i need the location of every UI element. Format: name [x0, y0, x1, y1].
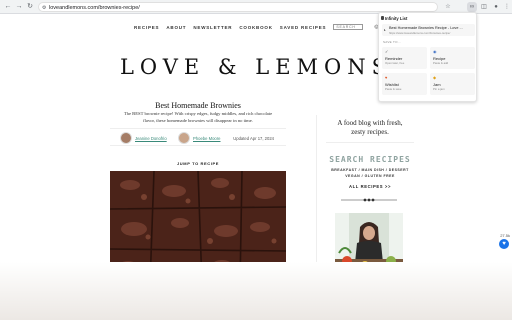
filter-links-row[interactable]: BREAKFAST / MAIN DISH / DESSERT: [326, 168, 414, 174]
infinity-list-logo-icon: [381, 16, 384, 20]
ornament-divider: [341, 198, 397, 202]
back-icon[interactable]: ←: [3, 2, 13, 12]
recipe-filters: BREAKFAST / MAIN DISH / DESSERT VEGAN / …: [326, 168, 414, 179]
url-text: loveandlemons.com/brownies-recipe/: [49, 5, 140, 11]
avatar: [178, 132, 190, 144]
blog-tagline: A food blog with fresh, zesty recipes.: [337, 119, 403, 136]
divider: [326, 142, 414, 143]
author-link[interactable]: Jeanine Donofrio: [135, 136, 167, 141]
bookmark-star-icon[interactable]: ☆: [443, 2, 453, 12]
popup-title: Infinity List: [385, 16, 408, 21]
nav-saved-recipes[interactable]: SAVED RECIPES: [280, 25, 327, 30]
destination-desc: Paste & add: [433, 61, 449, 65]
post-description: The BEST brownie recipe! With crispy edg…: [123, 111, 273, 123]
save-to-label: SAVE TO...: [383, 40, 402, 44]
nav-about[interactable]: ABOUT: [166, 25, 186, 30]
site-info-icon[interactable]: ⚙: [42, 3, 46, 13]
reload-icon[interactable]: ↻: [25, 2, 35, 12]
destination-recipe[interactable]: ◉ Recipe Paste & add: [430, 47, 475, 69]
avatar: [120, 132, 132, 144]
jam-icon: ◆: [433, 75, 437, 80]
author-link[interactable]: Phoebe Moore: [193, 136, 220, 141]
nav-newsletter[interactable]: NEWSLETTER: [193, 25, 232, 30]
wishlist-icon: ♥: [385, 75, 388, 80]
updated-date: Updated Apr 17, 2024: [233, 136, 274, 141]
site-favicon-icon: L: [384, 28, 386, 32]
page-url: https://www.loveandlemons.com/brownies-r…: [389, 30, 451, 35]
puzzle-icon[interactable]: ◫: [479, 2, 489, 12]
nav-cookbook[interactable]: COOKBOOK: [239, 25, 272, 30]
destination-desc: Paste & save: [385, 87, 402, 91]
page-title: Best Homemade Brownies Recipe - Love ...: [389, 25, 463, 30]
extension-popup: Infinity List L Best Homemade Brownies R…: [378, 12, 477, 102]
share-count: 27.5k: [500, 233, 510, 238]
destination-reminder[interactable]: ✓ Reminder Open later, free: [382, 47, 427, 69]
current-page-card[interactable]: L Best Homemade Brownies Recipe - Love .…: [382, 24, 475, 36]
jump-to-recipe-link[interactable]: JUMP TO RECIPE: [110, 161, 286, 166]
destination-jam[interactable]: ◆ Jam Pin a jam: [430, 73, 475, 95]
site-nav: RECIPES ABOUT NEWSLETTER COOKBOOK SAVED …: [134, 23, 416, 31]
filter-links-row[interactable]: VEGAN / GLUTEN FREE: [326, 174, 414, 180]
destination-wishlist[interactable]: ♥ Wishlist Paste & save: [382, 73, 427, 95]
profile-icon[interactable]: ●: [491, 2, 501, 12]
address-bar[interactable]: ⚙ loveandlemons.com/brownies-recipe/: [38, 2, 438, 12]
byline: Jeanine Donofrio Phoebe Moore Updated Ap…: [110, 128, 286, 146]
forward-icon[interactable]: →: [14, 2, 24, 12]
destination-desc: Pin a jam: [433, 87, 445, 91]
all-recipes-link[interactable]: ALL RECIPES >>: [326, 184, 414, 189]
search-recipes-heading: SEARCH RECIPES: [329, 155, 411, 164]
post-title: Best Homemade Brownies: [155, 101, 241, 110]
menu-icon[interactable]: ⋮: [502, 2, 512, 12]
nav-recipes[interactable]: RECIPES: [134, 25, 159, 30]
destination-desc: Open later, free: [385, 61, 405, 65]
page-bottom-fade: [0, 262, 512, 320]
check-icon: ✓: [385, 49, 389, 54]
extension-icon[interactable]: ∞: [467, 2, 477, 12]
recipe-icon: ◉: [433, 49, 437, 54]
heart-icon[interactable]: ♥: [499, 239, 509, 249]
site-search-input[interactable]: SEARCH: [333, 24, 364, 30]
